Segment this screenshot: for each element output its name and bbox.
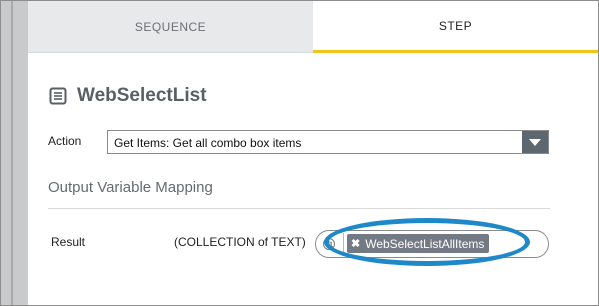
action-label: Action	[48, 134, 82, 148]
result-type: (COLLECTION of TEXT)	[174, 235, 306, 249]
step-title: WebSelectList	[77, 85, 207, 106]
left-panel-divider	[11, 1, 13, 305]
list-document-icon	[49, 87, 67, 105]
chevron-down-icon	[529, 138, 541, 146]
result-label: Result	[51, 235, 86, 249]
action-select[interactable]: Get Items: Get all combo box items	[107, 130, 549, 154]
tab-step[interactable]: STEP	[313, 1, 598, 53]
section-divider	[48, 208, 550, 209]
action-dropdown-button[interactable]	[522, 131, 548, 153]
output-mapping-title: Output Variable Mapping	[48, 179, 213, 196]
tab-sequence[interactable]: SEQUENCE	[28, 1, 313, 53]
highlight-annotation	[324, 218, 530, 266]
tab-bar: SEQUENCE STEP	[28, 1, 598, 53]
left-panel-strip	[1, 1, 28, 305]
step-title-row: WebSelectList	[49, 85, 207, 107]
action-selected-value: Get Items: Get all combo box items	[114, 136, 302, 150]
